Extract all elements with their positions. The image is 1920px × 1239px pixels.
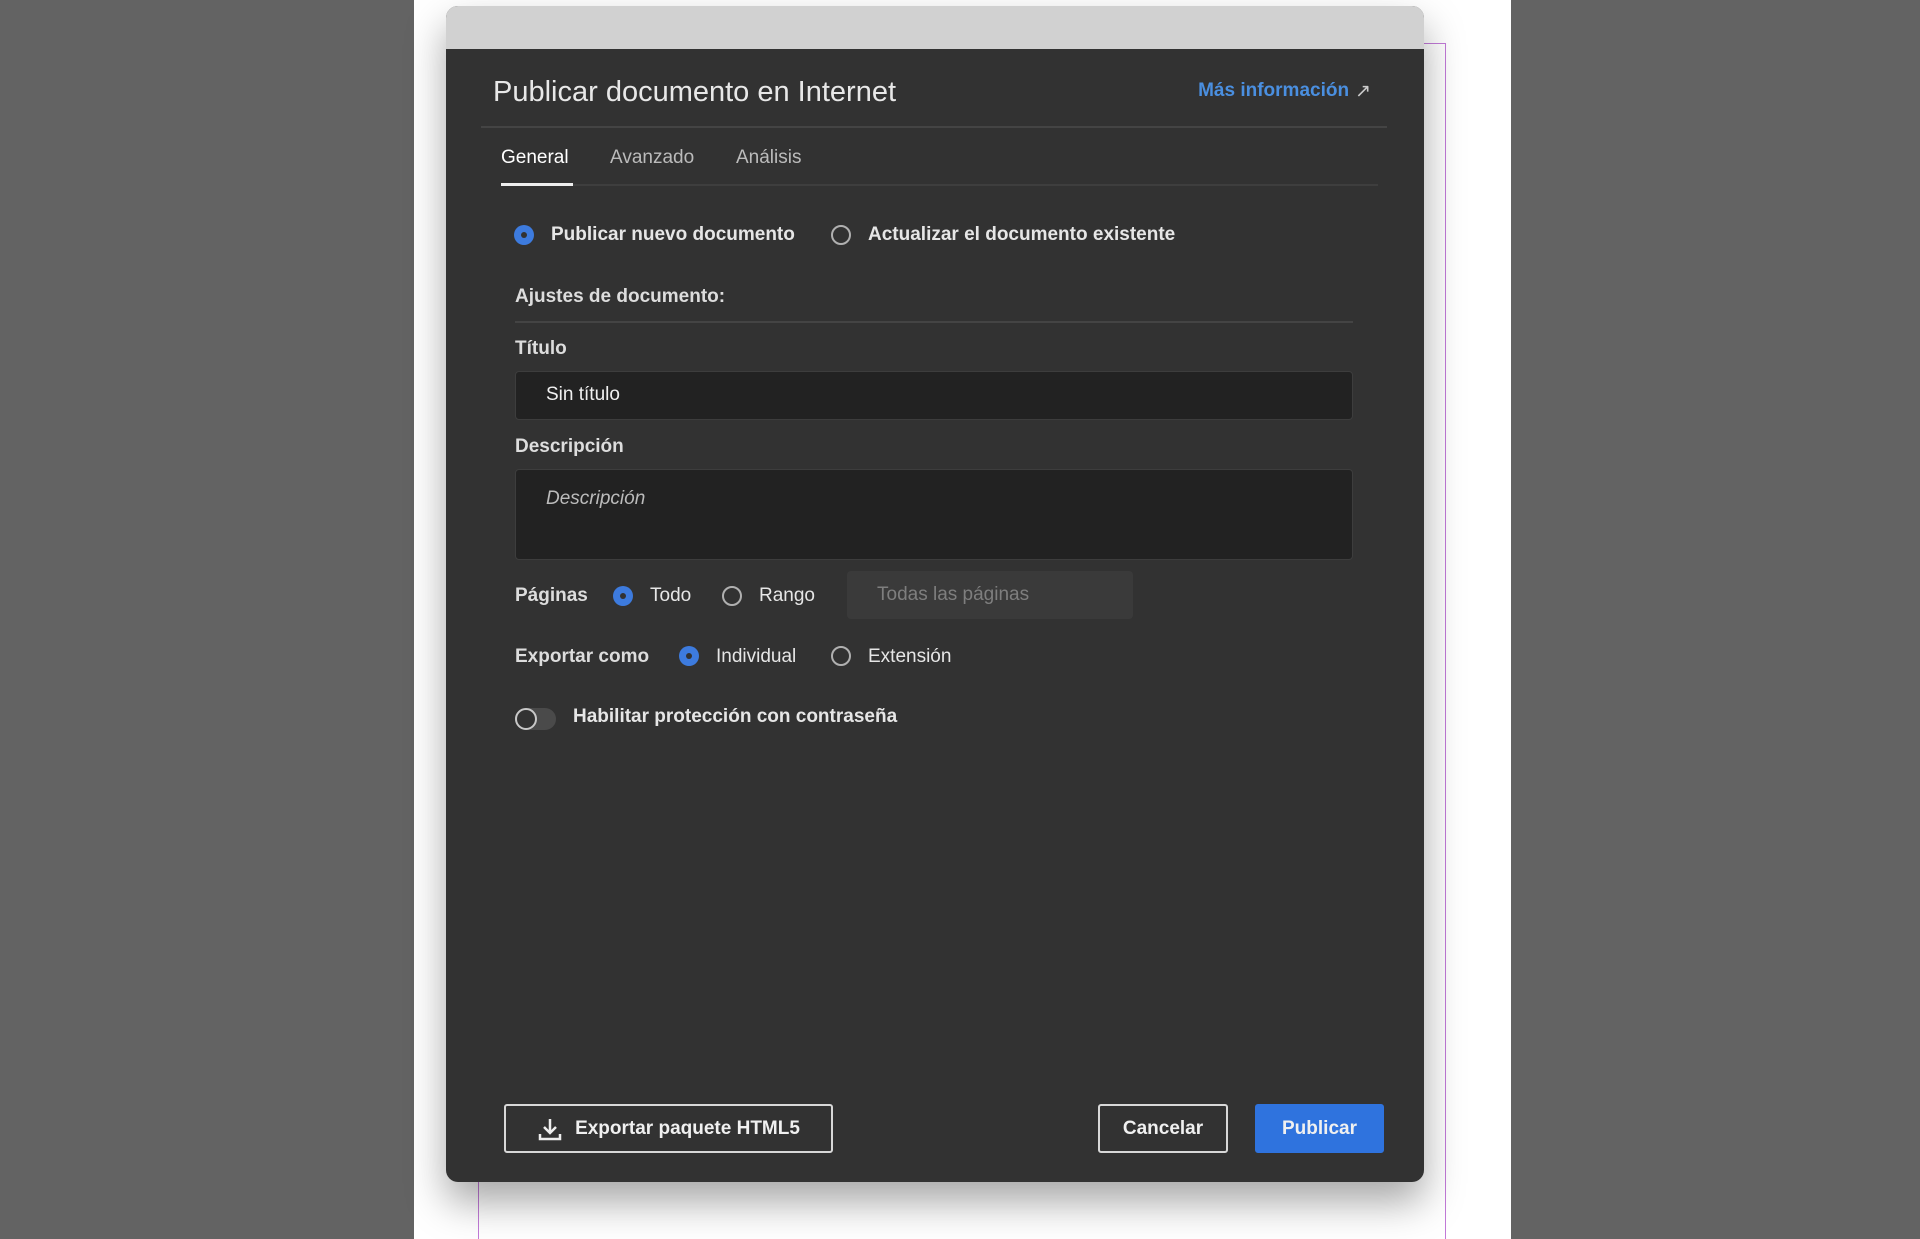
radio-update-existing[interactable] <box>831 225 851 245</box>
export-single-label: Individual <box>716 646 796 668</box>
description-input[interactable]: Descripción <box>515 469 1353 560</box>
radio-pages-all[interactable] <box>613 586 633 606</box>
margin-guide <box>1445 43 1446 1239</box>
divider <box>481 126 1387 128</box>
page-range-placeholder: Todas las páginas <box>877 584 1029 606</box>
title-input[interactable]: Sin título <box>515 371 1353 420</box>
more-info-link[interactable]: Más información ↗ <box>1198 80 1371 103</box>
description-placeholder: Descripción <box>546 488 645 510</box>
pages-label: Páginas <box>515 585 588 607</box>
more-info-label: Más información <box>1198 80 1349 103</box>
divider <box>515 321 1353 323</box>
radio-pages-range[interactable] <box>722 586 742 606</box>
publish-button[interactable]: Publicar <box>1255 1104 1384 1153</box>
tab-analisis[interactable]: Análisis <box>736 147 801 169</box>
update-existing-label: Actualizar el documento existente <box>868 224 1175 246</box>
title-label: Título <box>515 338 567 360</box>
download-icon <box>537 1116 563 1142</box>
export-as-label: Exportar como <box>515 646 649 668</box>
dialog-titlebar[interactable] <box>446 6 1424 49</box>
tabs-divider <box>501 184 1378 186</box>
tab-avanzado[interactable]: Avanzado <box>610 147 694 169</box>
export-spread-label: Extensión <box>868 646 951 668</box>
publish-dialog: Publicar documento en Internet Más infor… <box>446 6 1424 1182</box>
dialog-title: Publicar documento en Internet <box>493 76 896 109</box>
cancel-button[interactable]: Cancelar <box>1098 1104 1228 1153</box>
margin-guide <box>478 1182 479 1239</box>
export-html5-label: Exportar paquete HTML5 <box>575 1118 800 1140</box>
export-html5-button[interactable]: Exportar paquete HTML5 <box>504 1104 833 1153</box>
page-range-input[interactable]: Todas las páginas <box>847 571 1133 619</box>
title-value: Sin título <box>546 384 620 406</box>
margin-guide <box>1424 43 1445 44</box>
settings-heading: Ajustes de documento: <box>515 286 725 308</box>
toggle-knob <box>515 708 537 730</box>
radio-export-single[interactable] <box>679 646 699 666</box>
publish-new-label: Publicar nuevo documento <box>551 224 795 246</box>
pages-range-label: Rango <box>759 585 815 607</box>
password-toggle[interactable] <box>515 708 556 730</box>
pages-all-label: Todo <box>650 585 691 607</box>
active-tab-indicator <box>501 183 573 186</box>
tab-general[interactable]: General <box>501 147 569 169</box>
radio-export-spread[interactable] <box>831 646 851 666</box>
radio-publish-new[interactable] <box>514 225 534 245</box>
external-link-icon: ↗ <box>1355 80 1371 103</box>
password-label: Habilitar protección con contraseña <box>573 706 897 728</box>
description-label: Descripción <box>515 436 624 458</box>
